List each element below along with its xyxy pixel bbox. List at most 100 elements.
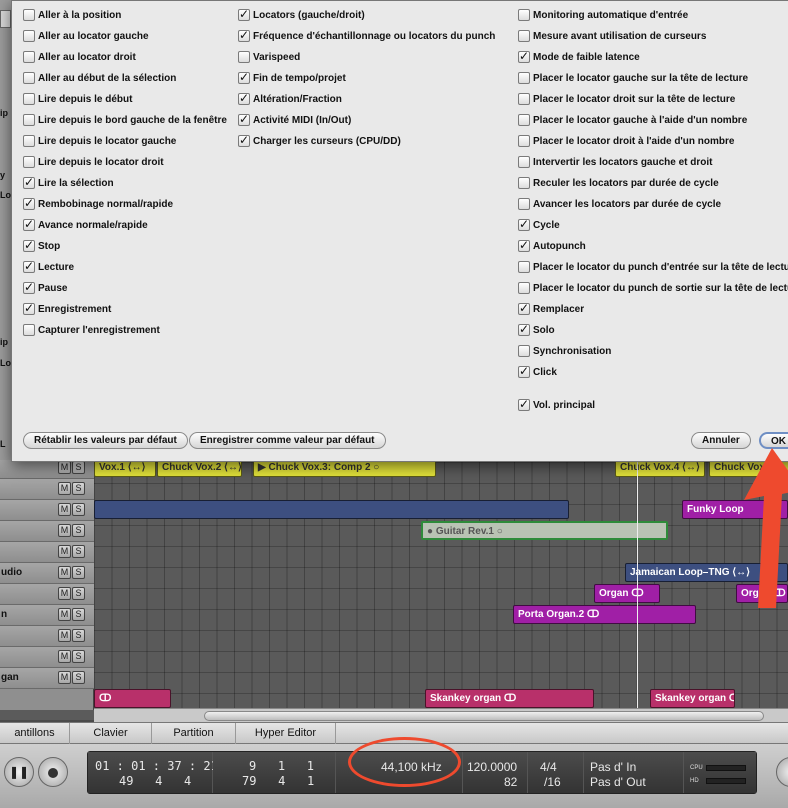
mute-button[interactable]: M (58, 671, 71, 684)
checkbox[interactable] (23, 93, 35, 105)
mute-button[interactable]: M (58, 461, 71, 474)
checkbox[interactable] (23, 30, 35, 42)
checkbox[interactable] (23, 51, 35, 63)
checkbox-row[interactable]: Autopunch (518, 236, 586, 256)
track-header[interactable]: MS (0, 521, 94, 542)
checkbox-row[interactable]: Intervertir les locators gauche et droit (518, 152, 713, 172)
transport-right-button[interactable] (776, 757, 788, 787)
checkbox[interactable] (518, 93, 530, 105)
checkbox-row[interactable]: Placer le locator droit à l'aide d'un no… (518, 131, 734, 151)
track-header[interactable]: MS (0, 626, 94, 647)
checkbox[interactable] (23, 72, 35, 84)
checkbox-row[interactable]: Click (518, 362, 557, 382)
solo-button[interactable]: S (72, 503, 85, 516)
checkbox-row[interactable]: Placer le locator gauche sur la tête de … (518, 68, 748, 88)
mute-button[interactable]: M (58, 482, 71, 495)
track-header[interactable]: MS (0, 500, 94, 521)
checkbox-row[interactable]: Mode de faible latence (518, 47, 640, 67)
solo-button[interactable]: S (72, 629, 85, 642)
track-header[interactable]: n MS (0, 605, 94, 626)
track-header[interactable]: MS (0, 584, 94, 605)
checkbox[interactable] (23, 196, 35, 210)
track-header[interactable]: MS (0, 647, 94, 668)
checkbox-row[interactable]: Charger les curseurs (CPU/DD) (238, 131, 401, 151)
checkbox-row[interactable]: Aller au locator gauche (23, 26, 149, 46)
checkbox-row[interactable]: Aller à la position (23, 5, 121, 25)
checkbox[interactable] (238, 91, 250, 105)
mute-button[interactable]: M (58, 524, 71, 537)
checkbox-row[interactable]: Lire la sélection (23, 173, 114, 193)
checkbox-row[interactable]: Pause (23, 278, 67, 298)
solo-button[interactable]: S (72, 461, 85, 474)
checkbox[interactable] (518, 345, 530, 357)
playhead[interactable] (637, 455, 638, 710)
checkbox-row[interactable]: Lecture (23, 257, 74, 277)
checkbox[interactable] (518, 217, 530, 231)
checkbox-row[interactable]: Rembobinage normal/rapide (23, 194, 173, 214)
mute-button[interactable]: M (58, 650, 71, 663)
checkbox[interactable] (518, 364, 530, 378)
save-as-default-button[interactable]: Enregistrer comme valeur par défaut (189, 432, 386, 449)
checkbox-row[interactable]: Lire depuis le début (23, 89, 132, 109)
checkbox-row[interactable]: Activité MIDI (In/Out) (238, 110, 351, 130)
checkbox[interactable] (518, 301, 530, 315)
checkbox[interactable] (518, 114, 530, 126)
region-blue-midi[interactable] (94, 500, 569, 519)
track-header[interactable]: udio M S (0, 563, 94, 584)
region-organ-1[interactable]: Organ ↀ (594, 584, 660, 603)
tab-score[interactable]: Partition (152, 723, 236, 744)
checkbox[interactable] (23, 9, 35, 21)
region-skankey-organ-1[interactable]: Skankey organ ↀ (425, 689, 594, 708)
solo-button[interactable]: S (72, 566, 85, 579)
checkbox-row[interactable]: Fréquence d'échantillonnage ou locators … (238, 26, 495, 46)
pause-button[interactable]: ❚❚ (4, 757, 34, 787)
checkbox[interactable] (23, 114, 35, 126)
track-header[interactable]: gan M S (0, 668, 94, 689)
solo-button[interactable]: S (72, 482, 85, 495)
solo-button[interactable]: S (72, 587, 85, 600)
tab-piano-roll[interactable]: Clavier (70, 723, 152, 744)
checkbox-row[interactable]: Enregistrement (23, 299, 111, 319)
checkbox[interactable] (518, 282, 530, 294)
checkbox-row[interactable]: Placer le locator gauche à l'aide d'un n… (518, 110, 747, 130)
checkbox[interactable] (518, 198, 530, 210)
checkbox[interactable] (23, 156, 35, 168)
mute-button[interactable]: M (58, 503, 71, 516)
checkbox-row[interactable]: Capturer l'enregistrement (23, 320, 160, 340)
checkbox[interactable] (23, 135, 35, 147)
checkbox[interactable] (238, 133, 250, 147)
track-header[interactable]: MS (0, 542, 94, 563)
checkbox-row[interactable]: Mesure avant utilisation de curseurs (518, 26, 706, 46)
checkbox[interactable] (238, 28, 250, 42)
checkbox[interactable] (518, 177, 530, 189)
checkbox-row[interactable]: Reculer les locators par durée de cycle (518, 173, 719, 193)
region-porta-organ-2[interactable]: Porta Organ.2 ↀ (513, 605, 696, 624)
checkbox[interactable] (518, 72, 530, 84)
checkbox[interactable] (518, 261, 530, 273)
checkbox[interactable] (23, 217, 35, 231)
checkbox[interactable] (238, 51, 250, 63)
checkbox[interactable] (518, 156, 530, 168)
checkbox-row[interactable]: Varispeed (238, 47, 300, 67)
checkbox-row[interactable]: Stop (23, 236, 60, 256)
left-edge-button[interactable] (0, 10, 11, 28)
region-guitar-rev[interactable]: ● Guitar Rev.1 ○ (421, 521, 668, 540)
checkbox-row[interactable]: Aller au début de la sélection (23, 68, 176, 88)
mute-button[interactable]: M (58, 608, 71, 621)
checkbox-row[interactable]: Synchronisation (518, 341, 611, 361)
checkbox-row[interactable]: Lire depuis le bord gauche de la fenêtre (23, 110, 227, 130)
checkbox[interactable] (518, 238, 530, 252)
solo-button[interactable]: S (72, 671, 85, 684)
checkbox-row[interactable]: Placer le locator droit sur la tête de l… (518, 89, 735, 109)
restore-defaults-button[interactable]: Rétablir les valeurs par défaut (23, 432, 188, 449)
checkbox-row[interactable]: Monitoring automatique d'entrée (518, 5, 688, 25)
checkbox-row[interactable]: Placer le locator du punch de sortie sur… (518, 278, 788, 298)
checkbox-row[interactable]: Avance normale/rapide (23, 215, 148, 235)
checkbox[interactable] (23, 280, 35, 294)
record-button[interactable] (38, 757, 68, 787)
checkbox[interactable] (23, 324, 35, 336)
track-header[interactable]: MS (0, 479, 94, 500)
solo-button[interactable]: S (72, 608, 85, 621)
checkbox[interactable] (518, 135, 530, 147)
mute-button[interactable]: M (58, 566, 71, 579)
